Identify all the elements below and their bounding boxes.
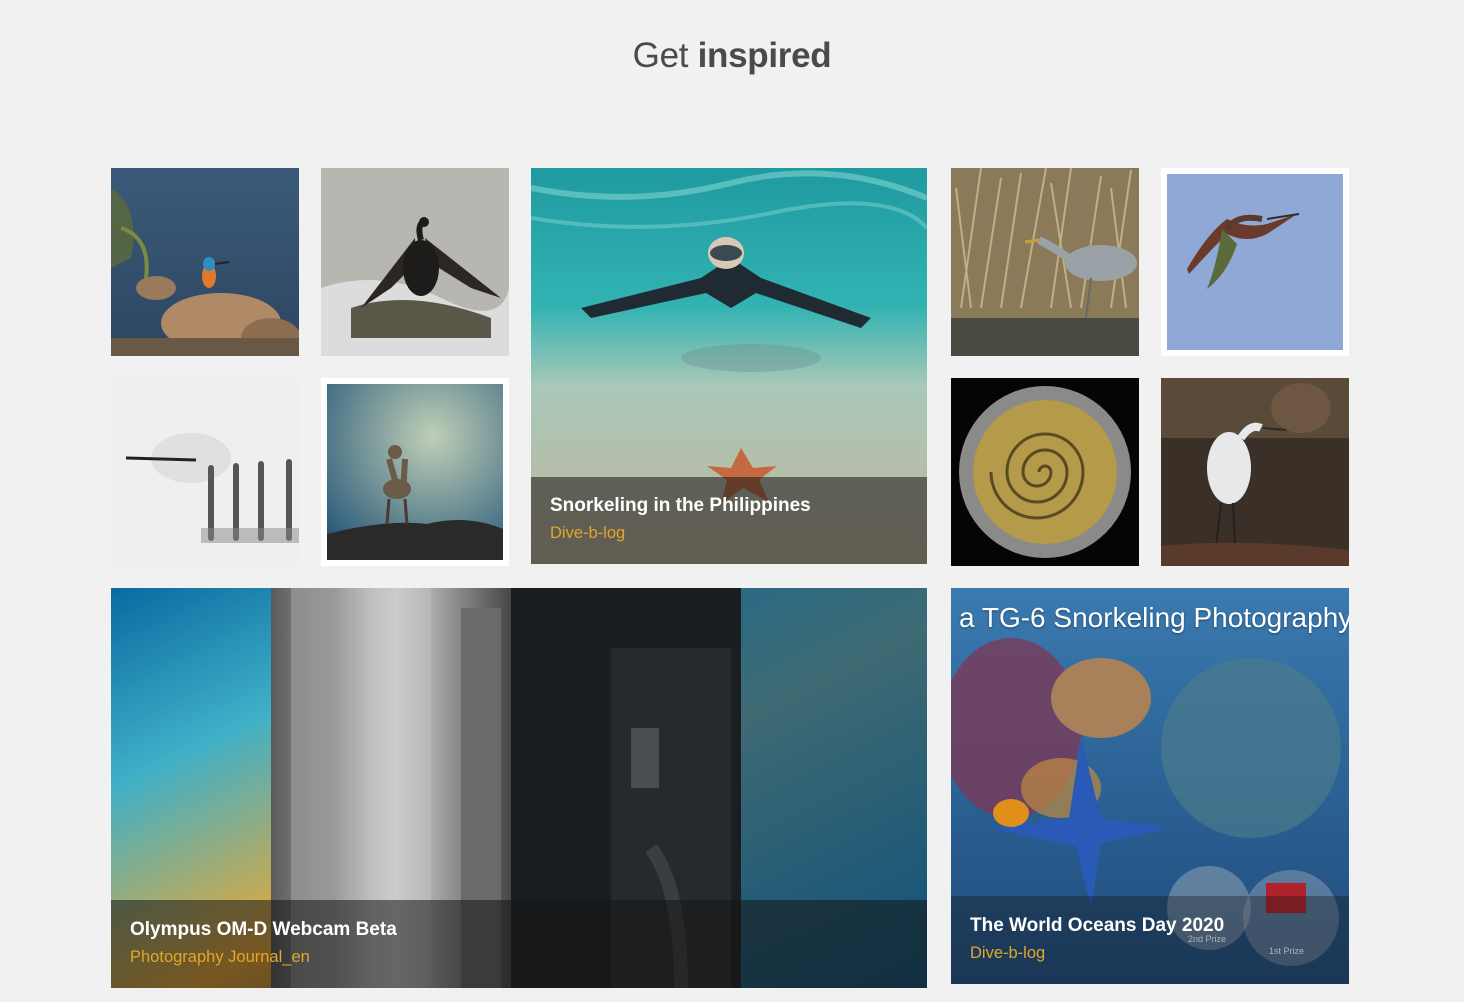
egret-photo	[1161, 378, 1349, 566]
heron-photo	[951, 168, 1139, 356]
gallery-tile-heron[interactable]	[951, 168, 1139, 356]
gallery-tile-oceans-day[interactable]: a TG-6 Snorkeling Photography The World …	[951, 588, 1349, 984]
oceans-title[interactable]: The World Oceans Day 2020	[970, 915, 1224, 937]
gallery-tile-olympus[interactable]: Olympus OM-D Webcam Beta Photography Jou…	[111, 588, 927, 988]
snorkeling-caption: Snorkeling in the Philippines Dive-b-log	[531, 477, 927, 564]
oceans-overlay-text: a TG-6 Snorkeling Photography	[959, 602, 1349, 633]
gallery-tile-egret[interactable]	[1161, 378, 1349, 566]
gallery-tile-coin[interactable]	[951, 378, 1139, 566]
olympus-title[interactable]: Olympus OM-D Webcam Beta	[130, 919, 397, 941]
chamois-photo	[327, 384, 503, 560]
gallery-tile-ibis[interactable]	[1161, 168, 1349, 356]
snorkeling-title[interactable]: Snorkeling in the Philippines	[550, 495, 811, 517]
prize-2-label: 2nd Prize	[1188, 934, 1227, 944]
kingfisher-photo	[111, 168, 299, 356]
section-heading: Get inspired	[0, 36, 1464, 76]
gallery-tile-forks[interactable]	[111, 378, 299, 566]
olympus-caption: Olympus OM-D Webcam Beta Photography Jou…	[111, 900, 927, 988]
heading-light: Get	[632, 36, 689, 75]
olympus-source[interactable]: Photography Journal_en	[130, 948, 310, 967]
ibis-photo	[1167, 174, 1343, 350]
oceans-caption: The World Oceans Day 2020 Dive-b-log 2nd…	[951, 896, 1349, 984]
heading-bold: inspired	[697, 36, 832, 75]
cormorant-photo	[321, 168, 509, 356]
gallery-tile-cormorant[interactable]	[321, 168, 509, 356]
gallery-tile-chamois[interactable]	[321, 378, 509, 566]
snorkeling-source[interactable]: Dive-b-log	[550, 524, 625, 543]
prize-1-label: 1st Prize	[1269, 946, 1305, 956]
coin-photo	[951, 378, 1139, 566]
gallery-tile-kingfisher[interactable]	[111, 168, 299, 356]
gallery-tile-snorkeling[interactable]: Snorkeling in the Philippines Dive-b-log	[531, 168, 927, 564]
oceans-source[interactable]: Dive-b-log	[970, 944, 1045, 963]
forks-photo	[111, 378, 299, 566]
